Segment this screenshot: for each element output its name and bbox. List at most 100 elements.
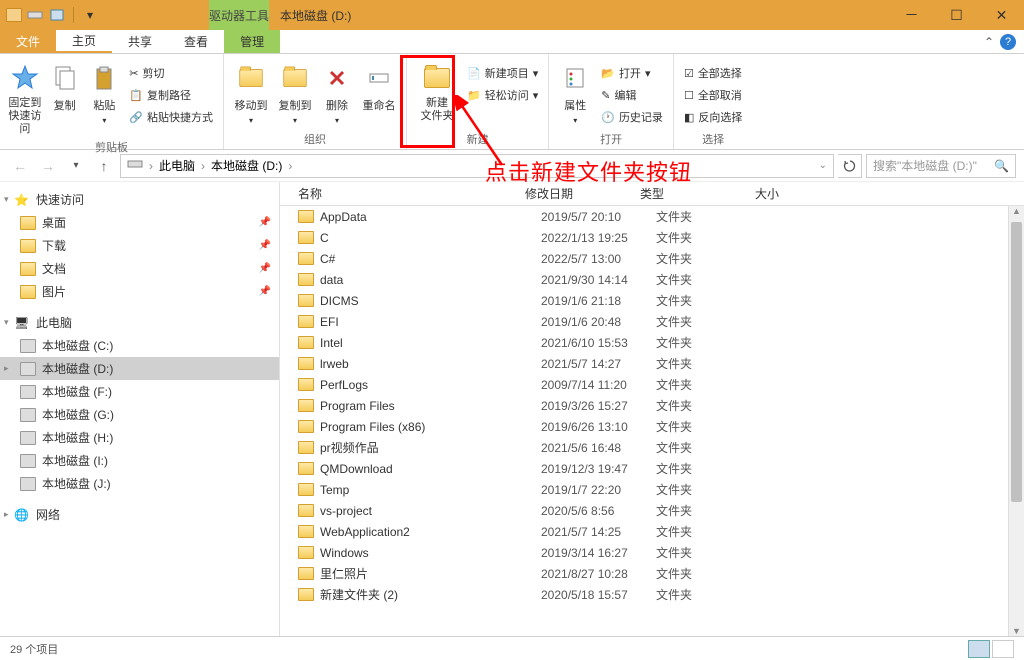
pin-to-quick-access-button[interactable]: 固定到 快速访问 bbox=[6, 58, 44, 137]
sidebar-item-quick-access[interactable]: ▾ ⭐ 快速访问 bbox=[0, 188, 279, 211]
table-row[interactable]: PerfLogs2009/7/14 11:20文件夹 bbox=[280, 374, 1024, 395]
table-row[interactable]: AppData2019/5/7 20:10文件夹 bbox=[280, 206, 1024, 227]
sidebar-item-drive[interactable]: ▸本地磁盘 (D:) bbox=[0, 357, 279, 380]
breadcrumb-drive[interactable]: 本地磁盘 (D:) bbox=[211, 157, 282, 174]
sidebar-item-drive[interactable]: 本地磁盘 (C:) bbox=[0, 334, 279, 357]
table-row[interactable]: EFI2019/1/6 20:48文件夹 bbox=[280, 311, 1024, 332]
table-row[interactable]: Temp2019/1/7 22:20文件夹 bbox=[280, 479, 1024, 500]
sidebar-item-this-pc[interactable]: ▾ 🖥 此电脑 bbox=[0, 311, 279, 334]
folder-icon bbox=[298, 546, 314, 559]
sidebar-item-drive[interactable]: 本地磁盘 (J:) bbox=[0, 472, 279, 495]
properties-button[interactable]: 属性▾ bbox=[555, 58, 595, 125]
new-item-icon: 📄 bbox=[467, 67, 481, 80]
table-row[interactable]: C2022/1/13 19:25文件夹 bbox=[280, 227, 1024, 248]
table-row[interactable]: Program Files (x86)2019/6/26 13:10文件夹 bbox=[280, 416, 1024, 437]
copy-button[interactable]: 复制 bbox=[46, 58, 84, 113]
nav-up-button[interactable]: ↑ bbox=[92, 154, 116, 178]
edit-icon: ✎ bbox=[601, 89, 610, 102]
open-button[interactable]: 📂打开 ▾ bbox=[597, 62, 667, 84]
column-header-name[interactable]: 名称 bbox=[280, 185, 525, 202]
view-details-button[interactable] bbox=[968, 640, 990, 658]
window-title: 本地磁盘 (D:) bbox=[280, 7, 351, 24]
move-to-button[interactable]: 移动到▾ bbox=[230, 58, 272, 125]
tab-view[interactable]: 查看 bbox=[168, 30, 224, 53]
table-row[interactable]: lrweb2021/5/7 14:27文件夹 bbox=[280, 353, 1024, 374]
context-tab-drive-tools[interactable]: 驱动器工具 bbox=[209, 0, 269, 30]
rename-button[interactable]: 重命名 bbox=[358, 58, 400, 113]
table-row[interactable]: Intel2021/6/10 15:53文件夹 bbox=[280, 332, 1024, 353]
new-folder-button[interactable]: 新建 文件夹 bbox=[413, 58, 461, 123]
folder-icon bbox=[298, 273, 314, 286]
paste-button[interactable]: 粘贴 ▾ bbox=[86, 58, 124, 125]
easy-access-button[interactable]: 📁轻松访问 ▾ bbox=[463, 84, 542, 106]
sidebar-item-drive[interactable]: 本地磁盘 (H:) bbox=[0, 426, 279, 449]
sidebar-item[interactable]: 下载📌 bbox=[0, 234, 279, 257]
disk-icon bbox=[20, 477, 36, 491]
computer-icon: 🖥 bbox=[14, 316, 30, 330]
sidebar-item[interactable]: 桌面📌 bbox=[0, 211, 279, 234]
sidebar-item-drive[interactable]: 本地磁盘 (F:) bbox=[0, 380, 279, 403]
folder-icon bbox=[298, 210, 314, 223]
tab-file[interactable]: 文件 bbox=[0, 30, 56, 53]
table-row[interactable]: 里仁照片2021/8/27 10:28文件夹 bbox=[280, 563, 1024, 584]
sidebar-item-drive[interactable]: 本地磁盘 (I:) bbox=[0, 449, 279, 472]
invert-selection-button[interactable]: ◧反向选择 bbox=[680, 106, 746, 128]
vertical-scrollbar[interactable]: ▲ ▼ bbox=[1008, 206, 1024, 636]
breadcrumb-dropdown-icon[interactable]: ⌄ bbox=[819, 160, 827, 171]
breadcrumb-this-pc[interactable]: 此电脑 bbox=[159, 157, 195, 174]
edit-button[interactable]: ✎编辑 bbox=[597, 84, 667, 106]
delete-button[interactable]: 删除▾ bbox=[318, 58, 356, 125]
table-row[interactable]: 新建文件夹 (2)2020/5/18 15:57文件夹 bbox=[280, 584, 1024, 605]
folder-icon bbox=[298, 525, 314, 538]
refresh-button[interactable] bbox=[838, 154, 862, 178]
table-row[interactable]: C#2022/5/7 13:00文件夹 bbox=[280, 248, 1024, 269]
tab-share[interactable]: 共享 bbox=[112, 30, 168, 53]
nav-dropdown-button[interactable]: ▾ bbox=[64, 154, 88, 178]
sidebar-item-network[interactable]: ▸ 🌐 网络 bbox=[0, 503, 279, 526]
sidebar-item[interactable]: 文档📌 bbox=[0, 257, 279, 280]
column-header-type[interactable]: 类型 bbox=[640, 185, 755, 202]
table-row[interactable]: pr视频作品2021/5/6 16:48文件夹 bbox=[280, 437, 1024, 458]
select-none-button[interactable]: ☐全部取消 bbox=[680, 84, 746, 106]
tab-manage[interactable]: 管理 bbox=[224, 30, 280, 53]
chevron-right-icon: › bbox=[201, 159, 205, 173]
qat-view-icon[interactable] bbox=[48, 6, 66, 24]
table-row[interactable]: Program Files2019/3/26 15:27文件夹 bbox=[280, 395, 1024, 416]
help-icon[interactable]: ? bbox=[1000, 34, 1016, 50]
table-row[interactable]: WebApplication22021/5/7 14:25文件夹 bbox=[280, 521, 1024, 542]
table-row[interactable]: Windows2019/3/14 16:27文件夹 bbox=[280, 542, 1024, 563]
paste-shortcut-button[interactable]: 🔗粘贴快捷方式 bbox=[125, 106, 217, 128]
scroll-thumb[interactable] bbox=[1011, 222, 1022, 502]
breadcrumb[interactable]: › 此电脑 › 本地磁盘 (D:) › ⌄ bbox=[120, 154, 834, 178]
scissors-icon: ✂ bbox=[129, 67, 138, 80]
column-header-size[interactable]: 大小 bbox=[755, 185, 835, 202]
sidebar: ▾ ⭐ 快速访问 桌面📌下载📌文档📌图片📌 ▾ 🖥 此电脑 本地磁盘 (C:)▸… bbox=[0, 182, 280, 636]
close-button[interactable]: ✕ bbox=[979, 0, 1024, 30]
tab-home[interactable]: 主页 bbox=[56, 30, 112, 53]
table-row[interactable]: DICMS2019/1/6 21:18文件夹 bbox=[280, 290, 1024, 311]
select-all-button[interactable]: ☑全部选择 bbox=[680, 62, 746, 84]
column-header-date[interactable]: 修改日期 bbox=[525, 185, 640, 202]
table-row[interactable]: data2021/9/30 14:14文件夹 bbox=[280, 269, 1024, 290]
file-list[interactable]: AppData2019/5/7 20:10文件夹C2022/1/13 19:25… bbox=[280, 206, 1024, 636]
table-row[interactable]: QMDownload2019/12/3 19:47文件夹 bbox=[280, 458, 1024, 479]
sidebar-item[interactable]: 图片📌 bbox=[0, 280, 279, 303]
nav-forward-button[interactable]: → bbox=[36, 154, 60, 178]
search-input[interactable]: 搜索"本地磁盘 (D:)" 🔍 bbox=[866, 154, 1016, 178]
ribbon-collapse-icon[interactable]: ⌃ bbox=[984, 35, 994, 49]
copy-path-button[interactable]: 📋复制路径 bbox=[125, 84, 217, 106]
copy-to-button[interactable]: 复制到▾ bbox=[274, 58, 316, 125]
qat-drive-icon[interactable] bbox=[26, 6, 44, 24]
search-icon: 🔍 bbox=[994, 159, 1009, 173]
qat-dropdown-icon[interactable]: ▾ bbox=[81, 6, 99, 24]
minimize-button[interactable]: － bbox=[889, 0, 934, 30]
view-icons-button[interactable] bbox=[992, 640, 1014, 658]
history-button[interactable]: 🕐历史记录 bbox=[597, 106, 667, 128]
sidebar-item-drive[interactable]: 本地磁盘 (G:) bbox=[0, 403, 279, 426]
cut-button[interactable]: ✂剪切 bbox=[125, 62, 217, 84]
maximize-button[interactable]: ☐ bbox=[934, 0, 979, 30]
nav-back-button[interactable]: ← bbox=[8, 154, 32, 178]
disk-icon bbox=[20, 408, 36, 422]
table-row[interactable]: vs-project2020/5/6 8:56文件夹 bbox=[280, 500, 1024, 521]
new-item-button[interactable]: 📄新建项目 ▾ bbox=[463, 62, 542, 84]
